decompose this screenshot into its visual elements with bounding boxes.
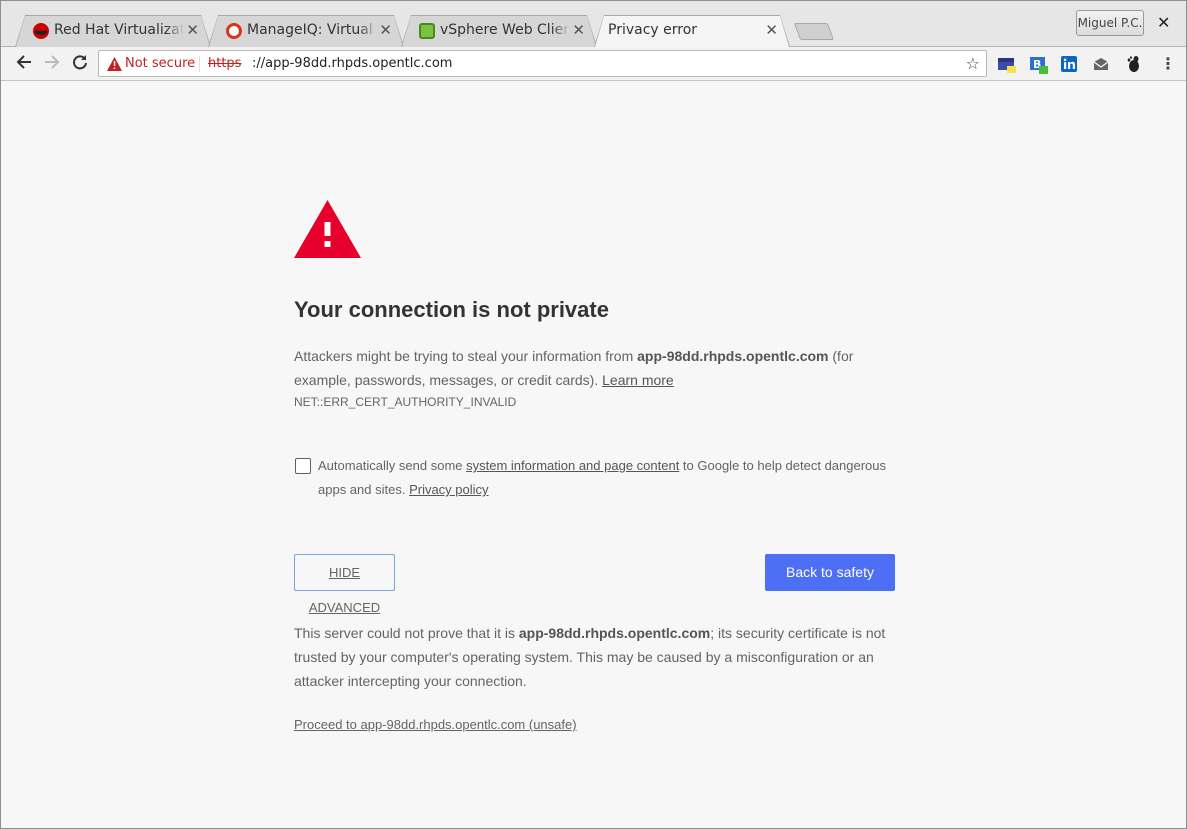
tab-title: vSphere Web Client [440,22,570,38]
tab-title: Privacy error [608,22,698,38]
hide-advanced-button[interactable]: HIDE ADVANCED [294,554,395,615]
profile-button[interactable]: Miguel P.C. [1076,10,1144,36]
mail-extension-icon[interactable] [1092,55,1110,73]
page-title: Your connection is not private [294,297,609,322]
close-tab-icon[interactable]: ✕ [186,22,199,38]
proceed-unsafe-link[interactable]: Proceed to app-98dd.rhpds.opentlc.com (u… [294,717,577,732]
intro-text-before: Attackers might be trying to steal your … [294,348,638,364]
back-icon[interactable] [13,53,35,75]
tab-red-hat-virtualization[interactable]: Red Hat Virtualizatio ✕ [15,15,211,47]
tab-title: ManageIQ: Virtual M [247,22,377,38]
host-name: app-98dd.rhpds.opentlc.com [637,348,829,364]
system-info-link[interactable]: system information and page content [466,458,679,473]
error-code: NET::ERR_CERT_AUTHORITY_INVALID [294,395,517,409]
details-message: This server could not prove that it is a… [294,621,899,693]
gnome-extension-icon[interactable] [1124,55,1142,73]
new-tab-button[interactable] [793,23,835,40]
tab-strip: Red Hat Virtualizatio ✕ ManageIQ: Virtua… [1,1,1186,47]
vsphere-icon [419,23,435,39]
browser-toolbar: Not secure https ://app-98dd.rhpds.opent… [1,47,1186,81]
bookmark-star-icon[interactable]: ☆ [966,54,980,73]
tab-title: Red Hat Virtualizatio [54,22,184,38]
browser-menu-icon[interactable]: ⋮ [1160,55,1176,73]
learn-more-link[interactable]: Learn more [602,372,674,388]
close-tab-icon[interactable]: ✕ [379,22,392,38]
not-secure-label[interactable]: Not secure [125,56,195,71]
address-separator [199,56,200,72]
extension-b-icon[interactable]: B [1029,55,1048,74]
redhat-icon [33,23,49,39]
not-secure-warning-icon[interactable] [107,56,122,75]
forward-icon[interactable] [41,53,63,75]
warning-triangle-icon [294,200,361,262]
close-tab-icon[interactable]: ✕ [765,22,778,38]
url-host: ://app-98dd.rhpds.opentlc.com [252,56,453,71]
browser-window: Red Hat Virtualizatio ✕ ManageIQ: Virtua… [0,0,1187,829]
details-host-name: app-98dd.rhpds.opentlc.com [518,625,711,641]
tab-vsphere[interactable]: vSphere Web Client ✕ [401,15,597,47]
main-message: Attackers might be trying to steal your … [294,344,899,392]
reload-icon[interactable] [69,53,91,75]
details-text-before: This server could not prove that it is [294,625,519,641]
optin-text-before: Automatically send some [318,458,467,473]
privacy-policy-link[interactable]: Privacy policy [409,482,488,497]
linkedin-icon[interactable] [1060,55,1078,73]
manageiq-icon [226,23,242,39]
tab-manageiq[interactable]: ManageIQ: Virtual M ✕ [208,15,404,47]
extension-calendar-icon[interactable] [997,55,1016,73]
safe-browsing-checkbox[interactable] [295,458,311,474]
interstitial-page: Your connection is not private Attackers… [1,82,1186,828]
back-to-safety-button[interactable]: Back to safety [765,554,895,591]
url-scheme: https [208,56,242,71]
safe-browsing-optin: Automatically send some system informati… [318,454,903,502]
address-bar[interactable]: Not secure https ://app-98dd.rhpds.opent… [98,50,987,77]
close-tab-icon[interactable]: ✕ [572,22,585,38]
tab-privacy-error[interactable]: Privacy error ✕ [594,15,790,47]
window-close-icon[interactable]: ✕ [1157,13,1170,32]
